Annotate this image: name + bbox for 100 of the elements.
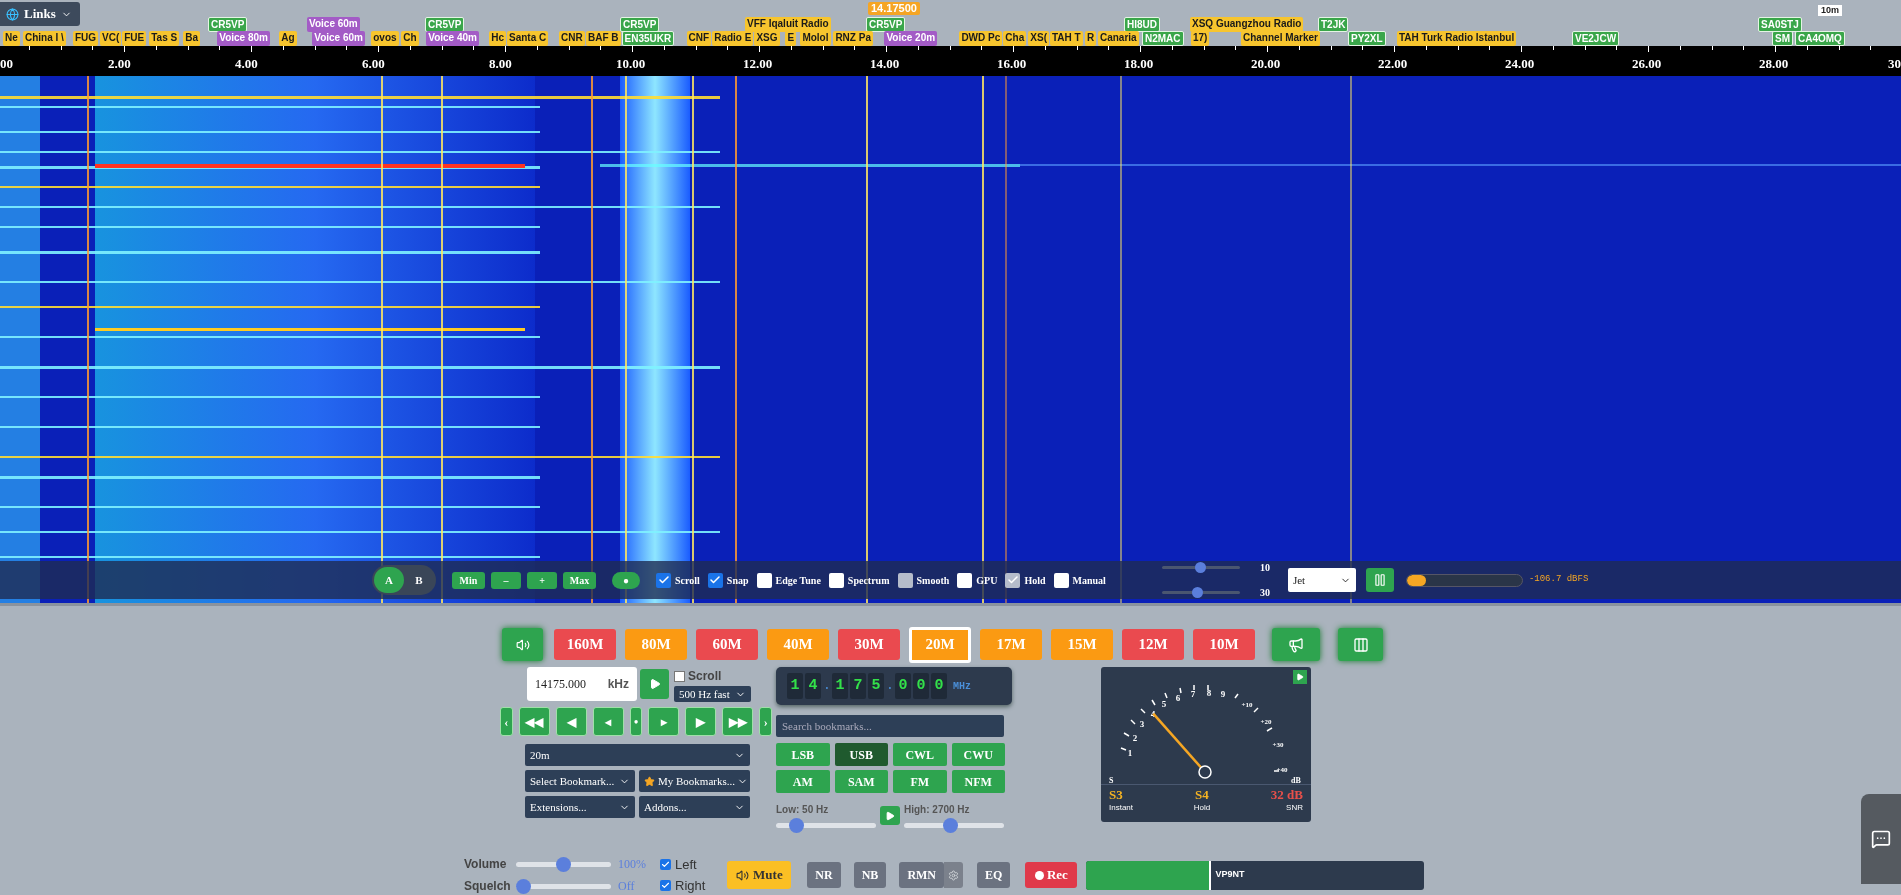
dsp-button[interactable]: EQ	[977, 862, 1011, 888]
frequency-marker[interactable]: XSG	[754, 31, 780, 46]
frequency-marker[interactable]: Cha	[1003, 31, 1027, 46]
mode-button[interactable]: USB	[834, 743, 888, 766]
frequency-marker[interactable]: ovos	[371, 31, 399, 46]
frequency-marker[interactable]: Radio E	[712, 31, 754, 46]
mode-button[interactable]: AM	[776, 770, 830, 793]
frequency-marker[interactable]: Canaria	[1097, 31, 1139, 46]
frequency-marker[interactable]: CNF	[686, 31, 712, 46]
slider-track[interactable]	[1161, 562, 1240, 573]
frequency-marker[interactable]: EN35UKR	[621, 31, 675, 46]
slider-thumb[interactable]	[943, 818, 959, 833]
record-button[interactable]: Rec	[1025, 862, 1078, 888]
bookmark-select[interactable]: My Bookmarks...	[639, 770, 750, 792]
band-button[interactable]: 12M	[1122, 629, 1184, 660]
checkbox[interactable]	[707, 572, 723, 588]
checkbox[interactable]	[674, 670, 685, 682]
zoom-button[interactable]: Min	[452, 571, 485, 589]
mode-button[interactable]: FM	[893, 770, 947, 793]
dsp-button[interactable]: RMN	[899, 862, 945, 888]
step-button[interactable]: ◂	[592, 707, 624, 736]
slider-thumb[interactable]	[1192, 587, 1203, 598]
frequency-marker[interactable]: CR5VP	[866, 17, 906, 32]
checkbox[interactable]	[660, 859, 671, 871]
checkbox[interactable]	[756, 572, 772, 588]
frequency-marker[interactable]: Voice 40m	[426, 31, 479, 46]
step-button[interactable]: ◀◀	[518, 707, 550, 736]
frequency-marker[interactable]: TAH Turk Radio Istanbul	[1396, 31, 1517, 46]
audio-button[interactable]	[502, 628, 543, 661]
frequency-marker[interactable]: Voice 20m	[884, 31, 938, 46]
frequency-input[interactable]: 14175.000 kHz	[527, 667, 637, 701]
apply-filter-button[interactable]	[880, 806, 900, 825]
search-field[interactable]: Search bookmarks...	[776, 715, 1004, 737]
frequency-marker[interactable]: FUE	[122, 31, 147, 46]
mode-button[interactable]: NFM	[951, 770, 1005, 793]
frequency-marker[interactable]: VC(	[100, 31, 122, 46]
step-select[interactable]: 500 Hz fast	[674, 686, 751, 702]
slider-thumb[interactable]	[1195, 562, 1207, 573]
links-button[interactable]: Links	[0, 2, 80, 26]
chat-button[interactable]	[1861, 794, 1901, 884]
mode-button[interactable]: LSB	[776, 743, 830, 766]
layout-button[interactable]	[1338, 628, 1383, 661]
display-digit[interactable]: 0	[895, 673, 911, 699]
checkbox[interactable]	[1053, 572, 1069, 588]
step-button[interactable]: ‹	[500, 707, 513, 736]
announce-button[interactable]	[1272, 628, 1320, 661]
frequency-marker[interactable]: VE2JCW	[1571, 31, 1620, 46]
frequency-marker[interactable]: Channel Marker	[1240, 31, 1320, 46]
vfo-button[interactable]: A	[374, 567, 404, 593]
frequency-marker[interactable]: CNR	[559, 31, 585, 46]
mode-button[interactable]: CWU	[951, 743, 1005, 766]
colormap-select[interactable]: Jet	[1287, 568, 1356, 592]
frequency-marker[interactable]: Hc	[489, 31, 507, 46]
frequency-marker[interactable]: VFF Iqaluit Radio	[745, 17, 831, 32]
checkbox[interactable]	[828, 572, 844, 588]
checkbox[interactable]	[660, 879, 671, 891]
bookmark-select[interactable]: Select Bookmark...	[525, 770, 635, 792]
zoom-button[interactable]: +	[527, 571, 557, 589]
frequency-marker[interactable]: XSQ Guangzhou Radio	[1190, 17, 1304, 32]
mode-button[interactable]: SAM	[834, 770, 888, 793]
frequency-marker[interactable]: SA0STJ	[1758, 17, 1802, 32]
mute-button[interactable]: Mute	[727, 861, 792, 889]
settings-button[interactable]	[944, 862, 964, 888]
extensions-select[interactable]: Extensions...	[525, 796, 635, 818]
display-digit[interactable]: 1	[832, 673, 848, 699]
display-digit[interactable]: 5	[868, 673, 884, 699]
band-select[interactable]: 20m	[525, 744, 750, 766]
frequency-marker[interactable]: 17)	[1190, 31, 1210, 46]
frequency-marker[interactable]: China I \	[23, 31, 66, 46]
slider-track[interactable]	[904, 818, 1004, 833]
frequency-marker[interactable]: T2JK	[1318, 17, 1349, 32]
step-button[interactable]: ▶▶	[722, 707, 754, 736]
frequency-marker[interactable]: N2MAC	[1141, 31, 1184, 46]
frequency-marker[interactable]: Molol	[800, 31, 831, 46]
display-digit[interactable]: 7	[850, 673, 866, 699]
step-button[interactable]: •	[629, 707, 643, 736]
step-button[interactable]: ◀	[555, 707, 587, 736]
addons-select[interactable]: Addons...	[639, 796, 750, 818]
mode-button[interactable]: CWL	[893, 743, 947, 766]
zoom-button[interactable]: –	[491, 571, 521, 589]
vfo-button[interactable]: B	[404, 567, 434, 593]
band-button[interactable]: 60M	[696, 629, 758, 660]
pause-button[interactable]	[1365, 568, 1394, 592]
frequency-marker[interactable]: FUG	[73, 31, 99, 46]
frequency-marker[interactable]: DWD Pc	[959, 31, 1003, 46]
frequency-marker[interactable]: Ne	[3, 31, 20, 46]
zoom-button[interactable]: ●	[612, 571, 640, 589]
frequency-marker[interactable]: Voice 60m	[312, 31, 365, 46]
dsp-button[interactable]: NB	[853, 862, 887, 888]
slider-track[interactable]	[516, 878, 611, 894]
display-digit[interactable]: 0	[913, 673, 929, 699]
step-button[interactable]: ▶	[685, 707, 717, 736]
display-digit[interactable]: 0	[931, 673, 947, 699]
frequency-marker[interactable]: SM	[1771, 31, 1793, 46]
frequency-marker[interactable]: Tas S	[149, 31, 180, 46]
step-button[interactable]: ▸	[648, 707, 680, 736]
band-button[interactable]: 10M	[1193, 629, 1255, 660]
display-digit[interactable]: 1	[787, 673, 803, 699]
slider-track[interactable]	[776, 818, 876, 833]
frequency-marker[interactable]: Santa C	[507, 31, 549, 46]
